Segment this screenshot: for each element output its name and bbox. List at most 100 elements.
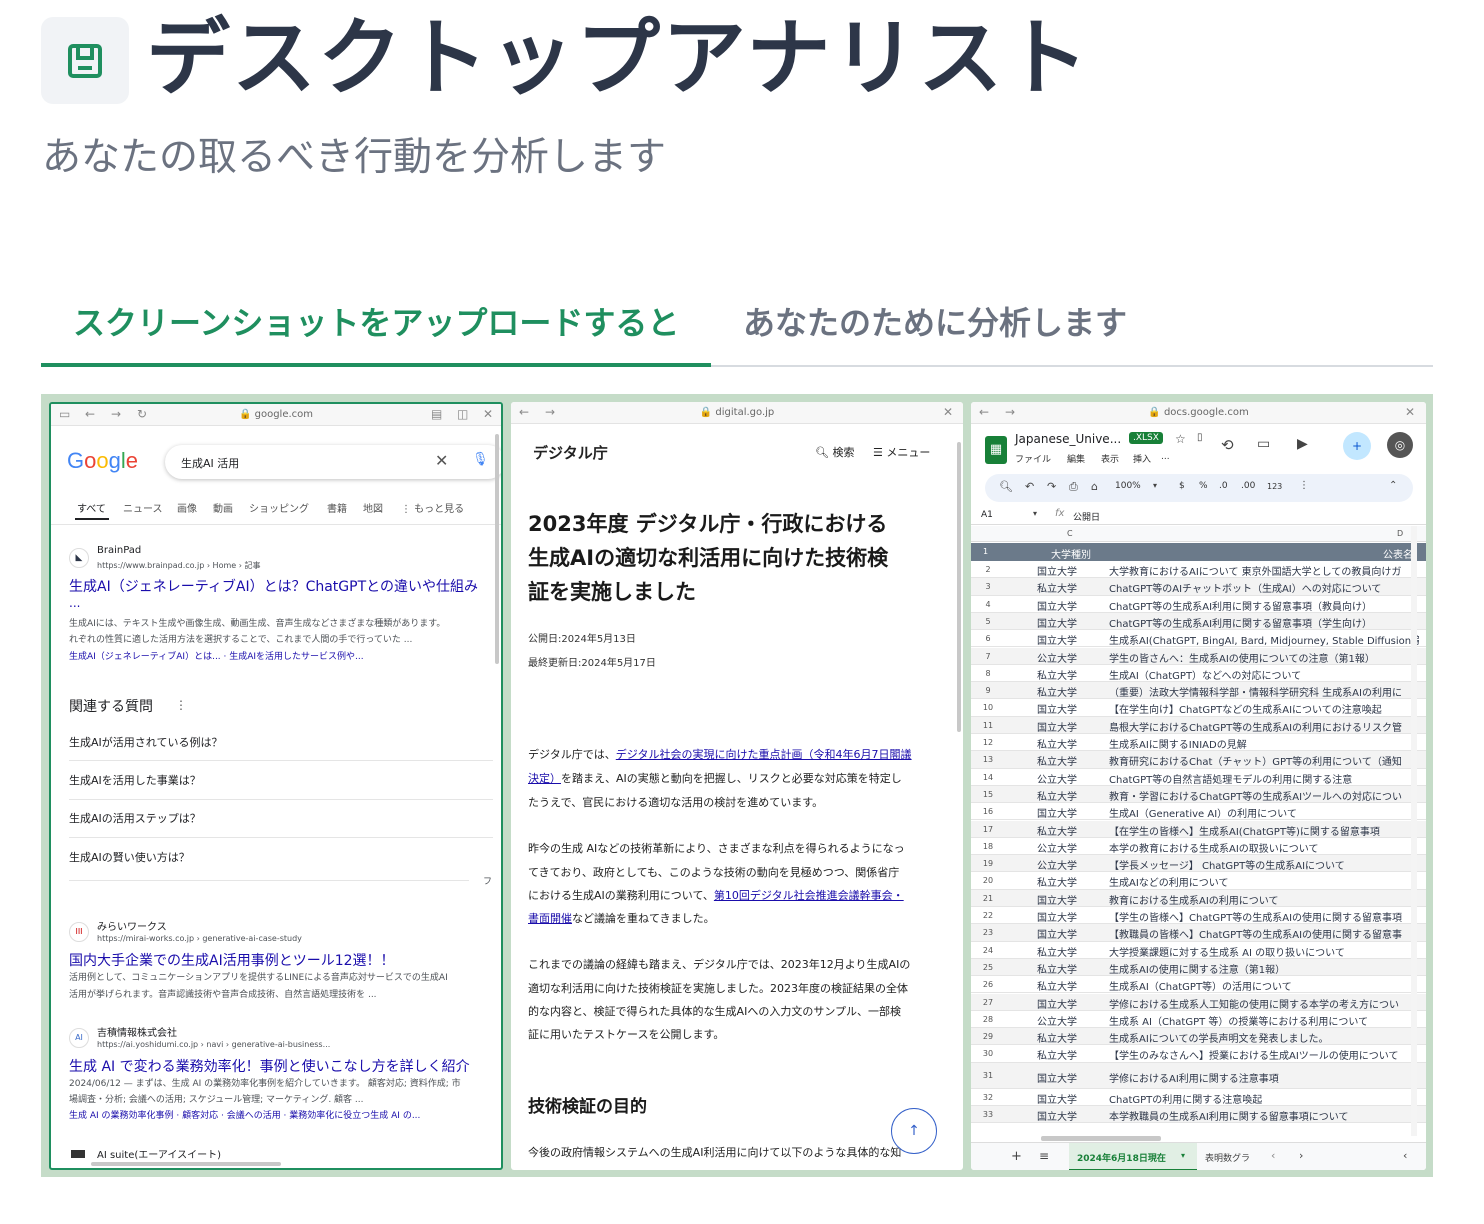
cell-university-type[interactable]: 私立大学 (1037, 874, 1109, 888)
close-icon[interactable]: ✕ (483, 407, 493, 421)
cell-publication-name[interactable]: 生成系AIについての学長声明文を発表しました。 (1109, 1030, 1419, 1044)
row-number[interactable]: 7 (971, 652, 1005, 661)
zoom-select[interactable]: 100% (1115, 481, 1141, 491)
gtab-books[interactable]: 書籍 (327, 500, 347, 515)
cell-university-type[interactable]: 公立大学 (1037, 857, 1109, 871)
row-number[interactable]: 29 (971, 1032, 1005, 1041)
cell-publication-name[interactable]: （重要）法政大学情報科学部・情報科学研究科 生成系AIの利用に (1109, 684, 1419, 698)
gtab-maps[interactable]: 地図 (363, 500, 383, 515)
menu-edit[interactable]: 編集 (1067, 452, 1085, 465)
dropdown-icon[interactable]: ▾ (1153, 481, 1157, 490)
header-cell-c[interactable]: 大学種別 (1051, 546, 1091, 561)
cell-publication-name[interactable]: 【学生のみなさんへ】授業における生成AIツールの使用について (1109, 1047, 1419, 1061)
vertical-scrollbar[interactable] (1411, 526, 1417, 1136)
search-button[interactable]: 🔍︎ 検索 (815, 444, 854, 460)
meet-icon[interactable]: ▶ (1297, 436, 1308, 452)
cell-publication-name[interactable]: ChatGPT等の生成系AI利用に関する留意事項（教員向け） (1109, 598, 1419, 612)
row-number[interactable]: 21 (971, 894, 1005, 903)
cell-university-type[interactable]: 国立大学 (1037, 719, 1109, 733)
cell-university-type[interactable]: 公立大学 (1037, 1013, 1109, 1027)
cell-publication-name[interactable]: 大学授業課題に対する生成系 AI の取り扱いについて (1109, 944, 1419, 958)
row-number[interactable]: 19 (971, 859, 1005, 868)
horizontal-scrollbar[interactable] (91, 1162, 281, 1166)
cell-university-type[interactable]: 国立大学 (1037, 892, 1109, 906)
cell-publication-name[interactable]: 生成系AI(ChatGPT, BingAI, Bard, Midjourney,… (1109, 632, 1419, 646)
row-number[interactable]: 14 (971, 773, 1005, 782)
cell-university-type[interactable]: 私立大学 (1037, 823, 1109, 837)
cell-university-type[interactable]: 私立大学 (1037, 944, 1109, 958)
row-number[interactable]: 31 (971, 1071, 1005, 1080)
result3-title[interactable]: 生成 AI で変わる業務効率化！事例と使いこなし方を詳しく紹介 (69, 1056, 470, 1076)
clear-icon[interactable]: ✕ (435, 451, 448, 470)
redo-icon[interactable]: ↷ (1047, 480, 1056, 493)
cell-university-type[interactable]: 国立大学 (1037, 805, 1109, 819)
menu-insert[interactable]: 挿入 (1133, 452, 1151, 465)
row-number[interactable]: 13 (971, 755, 1005, 764)
cell-publication-name[interactable]: 生成系AIの使用に関する注意（第1報） (1109, 961, 1419, 975)
cell-university-type[interactable]: 国立大学 (1037, 701, 1109, 715)
formula-bar[interactable]: 公開日 (1073, 510, 1100, 523)
result2-title[interactable]: 国内大手企業での生成AI活用事例とツール12選！！ (69, 950, 395, 970)
cell-publication-name[interactable]: 学生の皆さんへ：生成系AIの使用についての注意（第1報） (1109, 650, 1419, 664)
cell-publication-name[interactable]: 本学の教育における生成系AIの取扱いについて (1109, 840, 1419, 854)
comment-icon[interactable]: ▭ (1257, 436, 1270, 452)
result3-sublinks[interactable]: 生成 AI の業務効率化事例 · 顧客対応 · 会議への活用 · 業務効率化に役… (69, 1108, 420, 1121)
cell-reference[interactable]: A1 (981, 510, 993, 520)
add-sheet-icon[interactable]: + (1011, 1149, 1022, 1164)
row-number[interactable]: 23 (971, 928, 1005, 937)
more-icon[interactable]: ⋮ (1299, 480, 1309, 491)
column-c-header[interactable]: C (1067, 529, 1073, 538)
row-number[interactable]: 33 (971, 1110, 1005, 1119)
menu-button[interactable]: ☰ メニュー (873, 444, 930, 460)
star-icon[interactable]: ☆ (1175, 432, 1186, 446)
row-number[interactable]: 22 (971, 911, 1005, 920)
cell-university-type[interactable]: 公立大学 (1037, 650, 1109, 664)
row-number[interactable]: 32 (971, 1093, 1005, 1102)
menu-more[interactable]: ... (1161, 452, 1170, 462)
row-number[interactable]: 3 (971, 582, 1005, 591)
sheet-tab-chart[interactable]: 表明数グラ (1205, 1151, 1250, 1164)
column-d-header[interactable]: D (1397, 529, 1403, 538)
cell-publication-name[interactable]: 大学教育におけるAIについて 東京外国語大学としての教員向けガ (1109, 563, 1419, 577)
related-question-3[interactable]: 生成AIの活用ステップは？ (69, 810, 201, 826)
row-number[interactable]: 17 (971, 825, 1005, 834)
cell-university-type[interactable]: 国立大学 (1037, 1091, 1109, 1105)
decrease-decimal[interactable]: .0 (1219, 481, 1228, 491)
cell-university-type[interactable]: 国立大学 (1037, 1108, 1109, 1122)
menu-file[interactable]: ファイル (1015, 452, 1051, 465)
row-number[interactable]: 2 (971, 565, 1005, 574)
cell-publication-name[interactable]: 本学教職員の生成系AI利用に関する留意事項について (1109, 1108, 1419, 1122)
row-number[interactable]: 24 (971, 946, 1005, 955)
row-number[interactable]: 25 (971, 963, 1005, 972)
cell-university-type[interactable]: 国立大学 (1037, 1070, 1109, 1085)
scroll-left-icon[interactable]: ‹ (1271, 1149, 1275, 1162)
scrollbar[interactable] (957, 442, 961, 732)
priority-plan-link-cont[interactable]: 決定） (528, 772, 561, 785)
cell-publication-name[interactable]: 教育研究におけるChat（チャット）GPT等の利用について（通知 (1109, 753, 1419, 767)
reader-icon[interactable]: ▤ (431, 407, 442, 421)
avatar[interactable]: ◎ (1387, 432, 1413, 458)
search-box[interactable]: 生成AI 活用 ✕ 🎙 (165, 445, 501, 479)
row-number[interactable]: 18 (971, 842, 1005, 851)
cell-university-type[interactable]: 国立大学 (1037, 632, 1109, 646)
cell-publication-name[interactable]: ChatGPT等の自然言語処理モデルの利用に関する注意 (1109, 771, 1419, 785)
cell-publication-name[interactable]: 学修におけるAI利用に関する注意事項 (1109, 1070, 1419, 1085)
scrollbar[interactable] (495, 434, 499, 664)
close-icon[interactable]: ✕ (1405, 405, 1415, 419)
related-question-1[interactable]: 生成AIが活用されている例は？ (69, 734, 222, 750)
all-sheets-icon[interactable]: ≡ (1039, 1149, 1049, 1163)
row-number[interactable]: 30 (971, 1049, 1005, 1058)
feedback-link[interactable]: フ (483, 874, 492, 887)
cell-publication-name[interactable]: 生成AI（Generative AI）の利用について (1109, 805, 1419, 819)
result1-sublinks[interactable]: 生成AI（ジェネレーティブAI）とは... · 生成AIを活用したサービス例や.… (69, 649, 364, 662)
move-icon[interactable]: ▯ (1197, 432, 1203, 443)
collapse-icon[interactable]: ⌃ (1389, 480, 1397, 491)
row-number[interactable]: 4 (971, 600, 1005, 609)
cell-university-type[interactable]: 国立大学 (1037, 615, 1109, 629)
related-question-2[interactable]: 生成AIを活用した事業は？ (69, 772, 201, 788)
cell-publication-name[interactable]: 学修における生成系人工知能の使用に関する本学の考え方につい (1109, 996, 1419, 1010)
menu-view[interactable]: 表示 (1101, 452, 1119, 465)
row-number[interactable]: 16 (971, 807, 1005, 816)
result1-title[interactable]: 生成AI（ジェネレーティブAI）とは？ChatGPTとの違いや仕組み (69, 576, 478, 596)
tab-analyze[interactable]: あなたのために分析します (743, 298, 1127, 344)
